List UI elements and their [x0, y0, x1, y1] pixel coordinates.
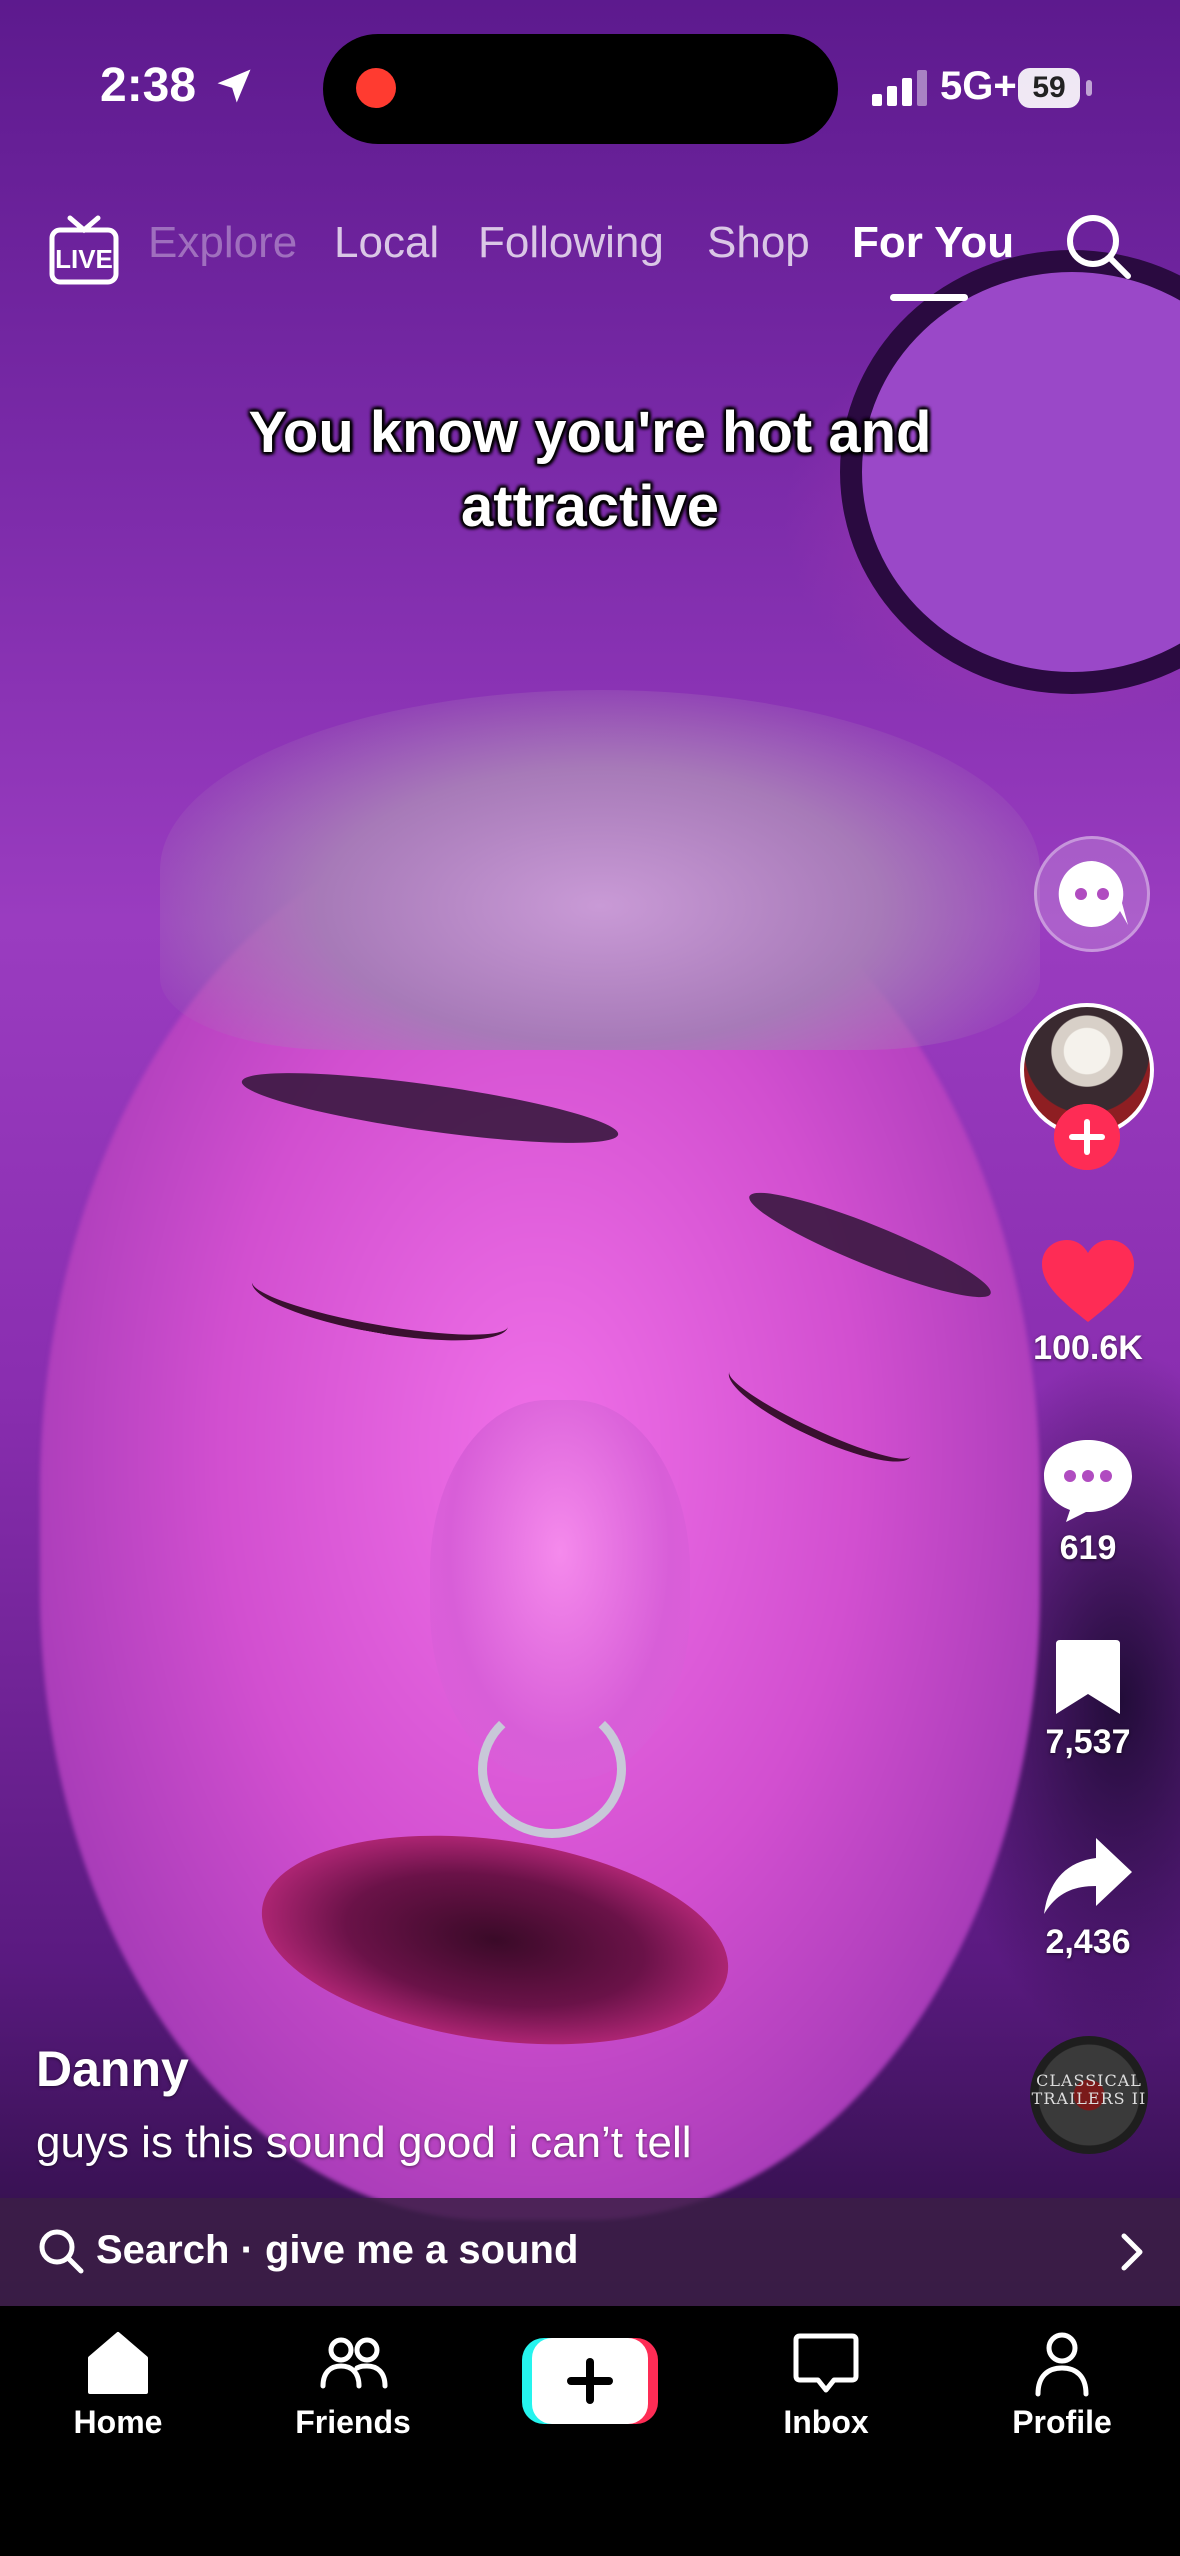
bookmark-icon: [1056, 1640, 1120, 1714]
music-disc-label: CLASSICAL TRAILERS II: [1031, 2071, 1147, 2108]
cellular-signal-icon: [872, 70, 927, 106]
dynamic-island: [323, 34, 838, 144]
nav-home-label: Home: [73, 2404, 163, 2440]
follow-plus-icon[interactable]: [1054, 1104, 1120, 1170]
nav-friends[interactable]: Friends: [253, 2326, 453, 2441]
share-count: 2,436: [1045, 1923, 1131, 1961]
save-count: 7,537: [1045, 1723, 1131, 1761]
network-type: 5G+: [940, 64, 1017, 108]
inbox-icon: [793, 2333, 859, 2393]
ai-assistant-icon[interactable]: [1034, 836, 1150, 952]
like-button[interactable]: 100.6K: [1003, 1238, 1173, 1368]
bottom-tab-bar: Home Friends Inbox Profile: [0, 2306, 1180, 2556]
nav-profile-label: Profile: [1012, 2404, 1112, 2440]
share-button[interactable]: 2,436: [1003, 1834, 1173, 1962]
search-suggestion-bar[interactable]: Search · give me a sound: [0, 2198, 1180, 2306]
status-time: 2:38: [100, 59, 197, 112]
friends-icon: [320, 2337, 388, 2389]
search-icon: [39, 2229, 84, 2274]
video-subject-hair: [160, 690, 1040, 1050]
tab-shop[interactable]: Shop: [707, 218, 810, 268]
nav-friends-label: Friends: [295, 2404, 411, 2440]
tab-following[interactable]: Following: [478, 218, 664, 268]
video-subject-piercing: [478, 1700, 626, 1838]
comment-count: 619: [1059, 1529, 1117, 1567]
comment-bubble-icon: [1044, 1440, 1132, 1522]
nav-inbox[interactable]: Inbox: [726, 2326, 926, 2441]
heart-icon: [1042, 1240, 1134, 1322]
save-button[interactable]: 7,537: [1003, 1638, 1173, 1762]
status-bar: 2:38 5G+ 59: [0, 0, 1180, 170]
location-arrow-icon: [217, 69, 251, 103]
tab-for-you[interactable]: For You: [852, 218, 1014, 268]
create-button[interactable]: [522, 2338, 658, 2424]
chevron-right-icon: [1121, 2233, 1143, 2271]
plus-icon: [567, 2358, 613, 2404]
video-caption[interactable]: guys is this sound good i can’t tell: [36, 2118, 692, 2168]
battery-tip: [1086, 80, 1092, 96]
home-icon: [88, 2332, 148, 2394]
active-tab-indicator: [890, 294, 968, 301]
svg-text:LIVE: LIVE: [55, 244, 113, 274]
share-arrow-icon: [1044, 1838, 1132, 1914]
like-count: 100.6K: [1033, 1329, 1143, 1367]
creator-name[interactable]: Danny: [36, 2040, 189, 2098]
search-suggestion-label: Search · give me a sound: [96, 2228, 579, 2272]
comment-button[interactable]: 619: [1003, 1436, 1173, 1568]
nav-profile[interactable]: Profile: [962, 2326, 1162, 2441]
battery-icon: 59: [1018, 68, 1080, 108]
top-feed-nav: LIVE Explore Local Following Shop For Yo…: [0, 200, 1180, 310]
video-overlay-text: You know you're hot and attractive: [248, 400, 932, 539]
nav-inbox-label: Inbox: [783, 2404, 869, 2440]
nav-home[interactable]: Home: [18, 2326, 218, 2441]
live-tv-icon[interactable]: LIVE: [48, 210, 120, 288]
recording-indicator-icon: [356, 68, 396, 108]
profile-icon: [1035, 2332, 1089, 2397]
tab-local[interactable]: Local: [334, 218, 439, 268]
tab-explore[interactable]: Explore: [148, 218, 297, 268]
search-icon[interactable]: [1062, 210, 1134, 282]
